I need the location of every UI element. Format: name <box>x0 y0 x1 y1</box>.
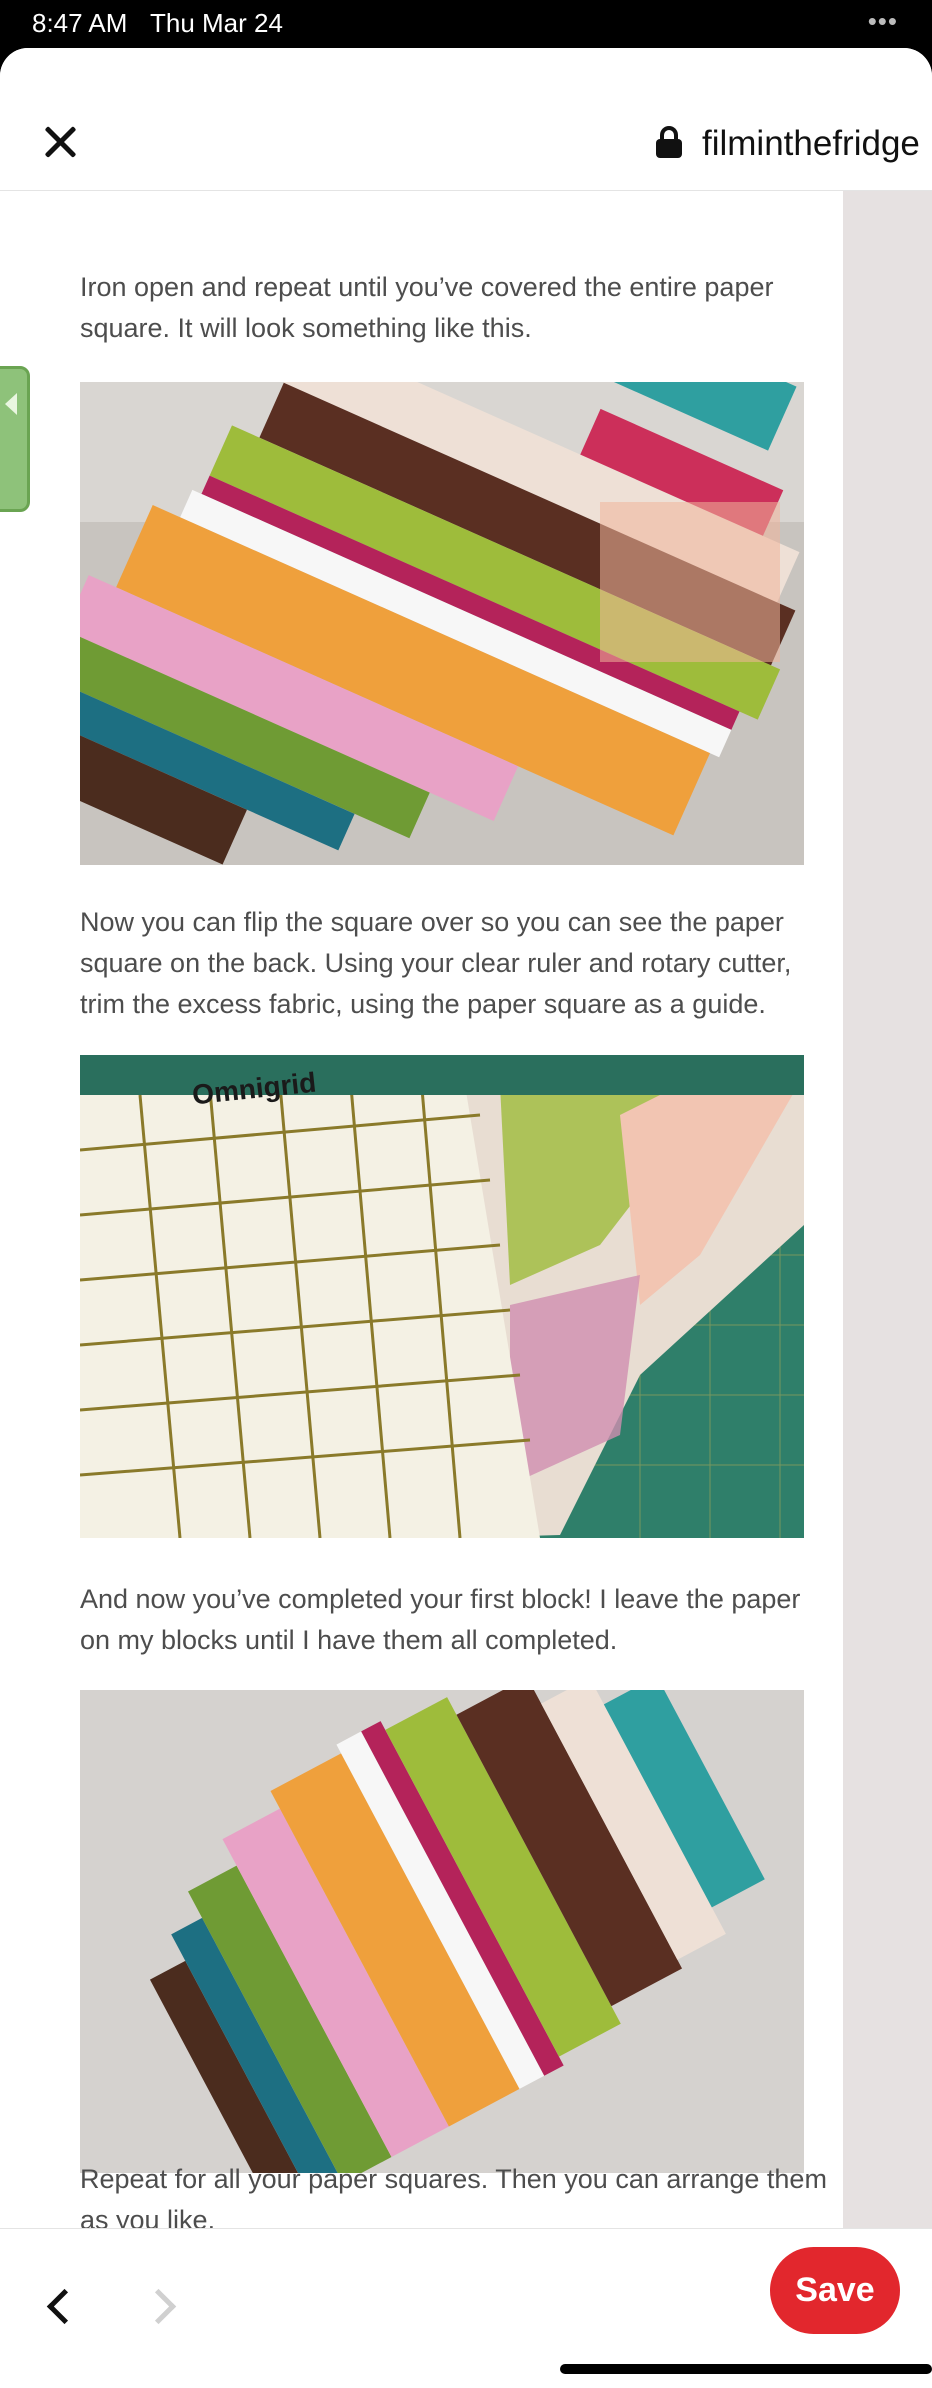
status-date: Thu Mar 24 <box>150 8 283 38</box>
lock-icon <box>656 126 682 158</box>
side-tab-handle[interactable] <box>0 366 30 512</box>
save-button[interactable]: Save <box>770 2247 900 2334</box>
article-content: Iron open and repeat until you’ve covere… <box>0 191 843 2276</box>
paragraph-2: Now you can flip the square over so you … <box>80 907 792 1019</box>
paragraph-1: Iron open and repeat until you’ve covere… <box>80 272 774 343</box>
chevron-right-icon[interactable] <box>140 2284 184 2328</box>
status-bar: 8:47 AM Thu Mar 24 ••• <box>0 0 932 48</box>
photo-fabric-strips <box>80 382 804 865</box>
status-time: 8:47 AM <box>32 8 128 38</box>
browser-header: filminthefridge <box>0 48 932 191</box>
multitasking-dots-icon[interactable]: ••• <box>868 6 898 37</box>
chevron-left-icon[interactable] <box>38 2284 82 2328</box>
home-indicator <box>560 2364 932 2374</box>
paragraph-3: And now you’ve completed your first bloc… <box>80 1584 801 1655</box>
page-gutter <box>843 191 932 2276</box>
browser-sheet: filminthefridge Iron open and repeat unt… <box>0 48 932 2388</box>
bottom-toolbar: Save <box>0 2228 932 2388</box>
close-icon[interactable] <box>38 120 82 164</box>
photo-ruler-trim: Omnigrid <box>80 1055 804 1538</box>
url-text: filminthefridge <box>702 124 920 163</box>
photo-completed-block <box>80 1690 804 2173</box>
url-bar[interactable]: filminthefridge <box>650 118 932 168</box>
